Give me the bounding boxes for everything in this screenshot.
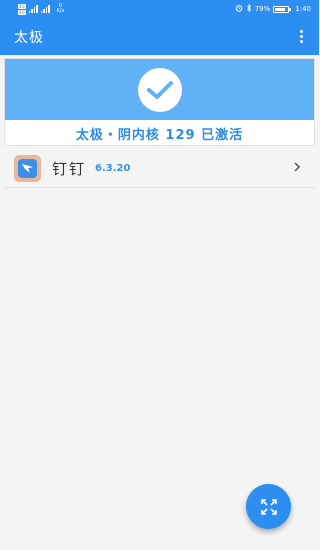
battery-icon [273, 5, 292, 13]
signal-icon [28, 5, 38, 13]
net-speed-unit: K/s [56, 8, 65, 14]
status-banner [5, 59, 314, 120]
app-bar: 太极 [0, 18, 319, 55]
sim-indicators: 4G 4G [18, 3, 26, 15]
signal-icon-2 [40, 5, 50, 13]
status-bar: 4G 4G 0 K/s 79% 1:40 [0, 0, 319, 18]
bluetooth-icon [246, 3, 252, 14]
battery-fill [275, 7, 285, 11]
chevron-right-icon [293, 161, 301, 177]
module-row[interactable]: 钉钉 6.3.20 [4, 150, 315, 188]
alarm-icon [235, 4, 243, 14]
more-vert-icon[interactable] [293, 27, 309, 47]
dingtalk-app-icon [14, 155, 41, 182]
sim2-label: 4G [18, 9, 26, 15]
status-left: 4G 4G 0 K/s [18, 3, 65, 15]
status-card: 太极・阴内核 129 已激活 [4, 58, 315, 146]
check-circle-icon [137, 67, 182, 112]
expand-arrows-icon[interactable] [246, 484, 291, 529]
sim1-label: 4G [18, 3, 26, 9]
status-right: 79% 1:40 [235, 3, 311, 14]
module-version: 6.3.20 [95, 163, 131, 174]
app-title: 太极 [14, 29, 44, 46]
module-name: 钉钉 [52, 160, 87, 178]
net-speed: 0 K/s [57, 4, 65, 14]
clock: 1:40 [295, 5, 311, 13]
battery-percent: 79% [254, 5, 271, 13]
activation-status: 太极・阴内核 129 已激活 [75, 127, 244, 143]
